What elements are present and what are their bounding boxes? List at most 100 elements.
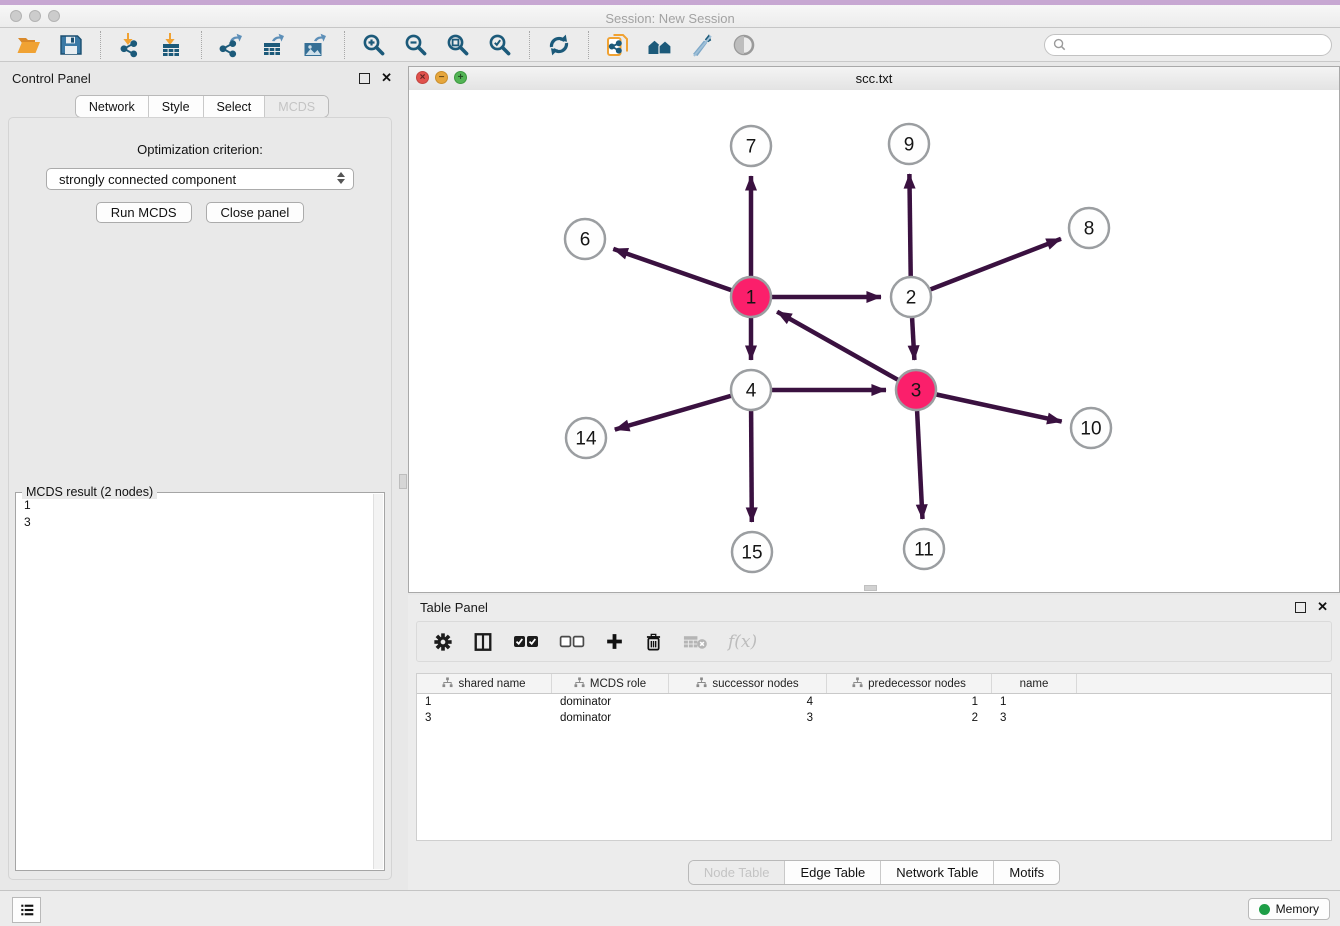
svg-text:7: 7 [746, 137, 757, 158]
open-file-icon[interactable] [14, 31, 44, 59]
graph-node-1[interactable]: 1 [731, 277, 771, 317]
graph-edge-1-6[interactable] [613, 249, 731, 290]
graph-node-8[interactable]: 8 [1069, 208, 1109, 248]
hide-graphics-details-icon[interactable] [687, 31, 717, 59]
tab-motifs[interactable]: Motifs [993, 861, 1059, 884]
table-cell[interactable]: 1 [827, 696, 992, 708]
save-session-icon[interactable] [56, 31, 86, 59]
combo-stepper-icon [337, 172, 345, 184]
table-cell[interactable]: 1 [417, 696, 552, 708]
zoom-fit-icon[interactable] [443, 31, 473, 59]
graph-node-9[interactable]: 9 [889, 124, 929, 164]
canvas-scrollbar-thumb[interactable] [864, 585, 877, 591]
column-header-mcds-role[interactable]: MCDS role [552, 674, 669, 693]
tab-style[interactable]: Style [148, 96, 203, 117]
close-panel-icon[interactable]: ✕ [381, 72, 392, 84]
function-builder-icon[interactable]: f(x) [728, 632, 757, 652]
task-history-button[interactable] [12, 897, 41, 923]
birdseye-view-icon[interactable] [729, 31, 759, 59]
graph-edge-3-11[interactable] [917, 411, 922, 519]
export-table-icon[interactable] [258, 31, 288, 59]
graph-edge-4-15[interactable] [751, 411, 752, 522]
table-cell[interactable]: 3 [669, 712, 827, 724]
graph-node-6[interactable]: 6 [565, 219, 605, 259]
tab-mcds[interactable]: MCDS [264, 96, 328, 117]
result-line: 1 [24, 497, 370, 514]
import-table-icon[interactable] [157, 31, 187, 59]
float-panel-icon[interactable] [1295, 602, 1306, 613]
graph-node-15[interactable]: 15 [732, 532, 772, 572]
graph-edge-3-1[interactable] [777, 312, 898, 380]
control-panel-tabbar: NetworkStyleSelectMCDS [75, 95, 329, 118]
zoom-out-icon[interactable] [401, 31, 431, 59]
float-panel-icon[interactable] [359, 73, 370, 84]
result-line: 3 [24, 514, 370, 531]
zoom-in-icon[interactable] [359, 31, 389, 59]
graph-edge-2-8[interactable] [931, 239, 1061, 290]
table-cell[interactable]: 4 [669, 696, 827, 708]
close-panel-button[interactable]: Close panel [206, 202, 305, 223]
table-cell[interactable]: dominator [552, 712, 669, 724]
graph-edge-2-9[interactable] [909, 174, 910, 276]
splitter-handle[interactable] [399, 474, 407, 489]
column-header-shared-name[interactable]: shared name [417, 674, 552, 693]
attribute-tree-icon [442, 677, 453, 691]
graph-node-7[interactable]: 7 [731, 126, 771, 166]
search-input[interactable] [1071, 37, 1323, 53]
tab-edge-table[interactable]: Edge Table [784, 861, 880, 884]
node-table: shared nameMCDS rolesuccessor nodesprede… [416, 673, 1332, 841]
network-canvas[interactable]: 1 2 3 4 6 7 8 9 10 11 14 15 [409, 90, 1339, 592]
delete-table-icon[interactable] [683, 633, 708, 650]
memory-button[interactable]: Memory [1248, 898, 1330, 920]
table-cell[interactable]: 2 [827, 712, 992, 724]
svg-text:4: 4 [746, 381, 757, 402]
tab-select[interactable]: Select [203, 96, 265, 117]
column-header-predecessor-nodes[interactable]: predecessor nodes [827, 674, 992, 693]
column-layout-icon[interactable] [473, 632, 493, 652]
table-cell[interactable]: 3 [992, 712, 1077, 724]
import-network-icon[interactable] [115, 31, 145, 59]
column-header-successor-nodes[interactable]: successor nodes [669, 674, 827, 693]
column-header-name[interactable]: name [992, 674, 1077, 693]
apply-layout-icon[interactable] [544, 31, 574, 59]
graph-node-3[interactable]: 3 [896, 370, 936, 410]
table-row[interactable]: 3dominator323 [417, 710, 1331, 726]
table-toolbar: f(x) [416, 621, 1332, 662]
tab-network-table[interactable]: Network Table [880, 861, 993, 884]
result-scrollbar[interactable] [373, 494, 383, 869]
toolbar-separator [588, 31, 589, 59]
optimization-criterion-select[interactable]: strongly connected component [46, 168, 354, 190]
graph-node-4[interactable]: 4 [731, 370, 771, 410]
table-settings-icon[interactable] [433, 632, 453, 652]
tab-node-table[interactable]: Node Table [689, 861, 785, 884]
new-network-from-selection-icon[interactable] [603, 31, 633, 59]
select-all-checks-icon[interactable] [513, 633, 539, 650]
mcds-result-text[interactable]: 13 [24, 497, 370, 868]
table-cell[interactable]: 3 [417, 712, 552, 724]
graph-edge-3-10[interactable] [937, 395, 1062, 422]
list-icon [18, 901, 36, 919]
run-mcds-button[interactable]: Run MCDS [96, 202, 192, 223]
export-image-icon[interactable] [300, 31, 330, 59]
unselect-all-checks-icon[interactable] [559, 633, 585, 650]
graph-node-14[interactable]: 14 [566, 418, 606, 458]
table-cell[interactable]: 1 [992, 696, 1077, 708]
graph-node-10[interactable]: 10 [1071, 408, 1111, 448]
table-row[interactable]: 1dominator411 [417, 694, 1331, 710]
export-network-icon[interactable] [216, 31, 246, 59]
graph-edge-4-14[interactable] [615, 396, 731, 430]
zoom-selected-icon[interactable] [485, 31, 515, 59]
tab-network[interactable]: Network [76, 96, 148, 117]
network-window-titlebar[interactable]: ×−+ scc.txt [409, 67, 1339, 91]
graph-node-11[interactable]: 11 [904, 529, 944, 569]
close-panel-icon[interactable]: ✕ [1317, 601, 1328, 613]
delete-column-icon[interactable] [644, 632, 663, 652]
svg-text:8: 8 [1084, 219, 1095, 240]
toolbar-separator [201, 31, 202, 59]
table-cell[interactable]: dominator [552, 696, 669, 708]
add-column-icon[interactable] [605, 632, 624, 651]
first-neighbors-icon[interactable] [645, 31, 675, 59]
graph-node-2[interactable]: 2 [891, 277, 931, 317]
search-box[interactable] [1044, 34, 1332, 56]
graph-edge-2-3[interactable] [912, 318, 914, 360]
